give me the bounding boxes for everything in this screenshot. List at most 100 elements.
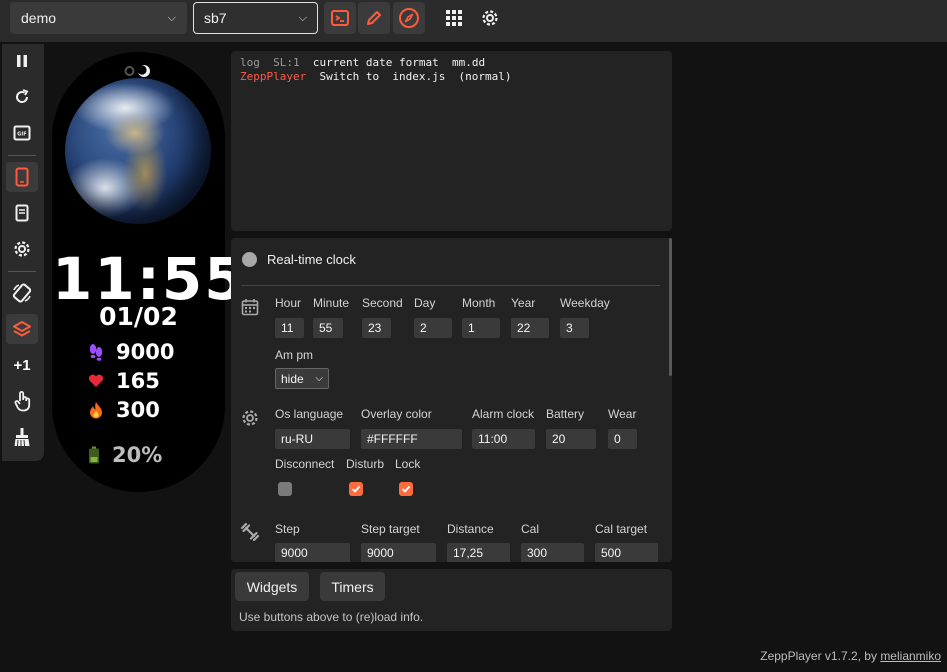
year-label: Year <box>511 296 536 310</box>
settings-panel: Real-time clock Hour 11 Minute 55 Second… <box>231 238 672 562</box>
step-input[interactable]: 9000 <box>275 543 350 562</box>
earth-image <box>65 78 211 224</box>
apps-grid-icon <box>446 10 462 26</box>
chevron-down-icon: ⌵ <box>167 11 176 24</box>
disconnect-label: Disconnect <box>275 457 335 471</box>
minute-input[interactable]: 55 <box>313 318 343 338</box>
watch-steps: 9000 <box>88 340 174 364</box>
clean-button[interactable] <box>6 422 38 452</box>
svg-text:GIF: GIF <box>17 132 26 138</box>
author-link[interactable]: melianmiko <box>880 649 941 663</box>
hour-input[interactable]: 11 <box>275 318 304 338</box>
lock-checkbox[interactable] <box>399 482 413 496</box>
console-log: log SL:1 current date format mm.dd ZeppP… <box>231 51 672 231</box>
month-label: Month <box>462 296 496 310</box>
hour-label: Hour <box>275 296 302 310</box>
flame-icon <box>90 402 102 419</box>
touch-button[interactable] <box>6 386 38 416</box>
step-target-input[interactable]: 9000 <box>361 543 436 562</box>
settings-button[interactable] <box>477 5 503 31</box>
watch-battery: 20% <box>88 443 162 467</box>
second-input[interactable]: 23 <box>362 318 391 338</box>
os-language-input[interactable]: ru-RU <box>275 429 350 449</box>
edit-button[interactable] <box>358 2 390 34</box>
settings-icon <box>14 241 30 257</box>
rotate-button[interactable] <box>6 278 38 308</box>
reload-button[interactable] <box>6 82 38 112</box>
timers-button[interactable]: Timers <box>320 572 385 601</box>
settings-gear-icon <box>482 10 498 26</box>
checkmark-icon <box>401 485 411 493</box>
calendar-icon <box>240 297 260 317</box>
gif-button[interactable]: GIF <box>6 118 38 148</box>
device-view-button[interactable] <box>6 198 38 228</box>
day-label: Day <box>414 296 436 310</box>
weekday-input[interactable]: 3 <box>560 318 589 338</box>
footer-credit: ZeppPlayer v1.7.2, by melianmiko <box>760 649 941 663</box>
battery-label: Battery <box>546 407 585 421</box>
chevron-down-icon: ⌵ <box>298 11 307 24</box>
device-select-value: sb7 <box>204 10 227 26</box>
battery-input[interactable]: 20 <box>546 429 596 449</box>
pause-icon <box>17 55 27 67</box>
apps-button[interactable] <box>441 5 467 31</box>
touch-icon <box>14 391 31 412</box>
heart-icon <box>88 374 104 387</box>
gif-icon: GIF <box>13 125 31 141</box>
console-icon <box>331 10 349 26</box>
log-text: Switch to index.js (normal) <box>319 70 512 83</box>
disturb-checkbox[interactable] <box>349 482 363 496</box>
ampm-select[interactable]: hide ⌵ <box>275 368 329 389</box>
log-tag: log <box>240 56 260 69</box>
step-label: Step <box>275 522 300 536</box>
watch-steps-value: 9000 <box>116 340 175 364</box>
disturb-label: Disturb <box>346 457 385 471</box>
layers-button[interactable] <box>6 314 38 344</box>
log-tag: ZeppPlayer <box>240 70 307 83</box>
compass-icon <box>399 8 419 28</box>
log-level: SL:1 <box>273 56 300 69</box>
chevron-down-icon: ⌵ <box>315 373 323 384</box>
battery-icon <box>89 446 99 464</box>
cal-label: Cal <box>521 522 540 536</box>
wear-label: Wear <box>608 407 637 421</box>
device-select[interactable]: sb7 ⌵ <box>193 2 318 34</box>
clean-icon <box>14 428 30 447</box>
edit-icon <box>367 11 381 25</box>
log-line: log SL:1 current date format mm.dd <box>240 56 485 69</box>
plus-one-button[interactable]: +1 <box>6 350 38 380</box>
phone-icon <box>15 167 29 187</box>
disconnect-checkbox[interactable] <box>278 482 292 496</box>
explore-button[interactable] <box>393 2 425 34</box>
footer-text: ZeppPlayer v1.7.2, by <box>760 649 881 663</box>
rotate-icon <box>12 283 32 303</box>
cal-input[interactable]: 300 <box>521 543 584 562</box>
year-input[interactable]: 22 <box>511 318 549 338</box>
pause-button[interactable] <box>6 46 38 76</box>
plus-one-label: +1 <box>13 356 31 374</box>
checkmark-icon <box>351 485 361 493</box>
month-input[interactable]: 1 <box>462 318 500 338</box>
alarm-clock-input[interactable]: 11:00 <box>472 429 535 449</box>
phone-view-button[interactable] <box>6 162 38 192</box>
wear-input[interactable]: 0 <box>608 429 637 449</box>
left-sidebar: GIF +1 <box>2 44 44 461</box>
app-settings-button[interactable] <box>6 234 38 264</box>
cal-target-input[interactable]: 500 <box>595 543 658 562</box>
watch-battery-value: 20% <box>112 443 163 467</box>
watch-preview: 11:55 01/02 9000 165 300 20% <box>52 52 245 492</box>
day-input[interactable]: 2 <box>414 318 452 338</box>
project-select[interactable]: demo ⌵ <box>10 2 187 34</box>
step-target-label: Step target <box>361 522 420 536</box>
distance-input[interactable]: 17,25 <box>447 543 510 562</box>
reload-icon <box>16 89 29 103</box>
overlay-color-input[interactable]: #FFFFFF <box>361 429 462 449</box>
widgets-button[interactable]: Widgets <box>235 572 309 601</box>
settings-scrollbar[interactable] <box>669 238 672 376</box>
sidebar-divider <box>8 155 36 156</box>
realtime-clock-toggle[interactable] <box>242 252 257 267</box>
watch-heart-value: 165 <box>116 369 160 393</box>
console-button[interactable] <box>324 2 356 34</box>
watch-calories-value: 300 <box>116 398 160 422</box>
moon-phase <box>124 64 152 78</box>
